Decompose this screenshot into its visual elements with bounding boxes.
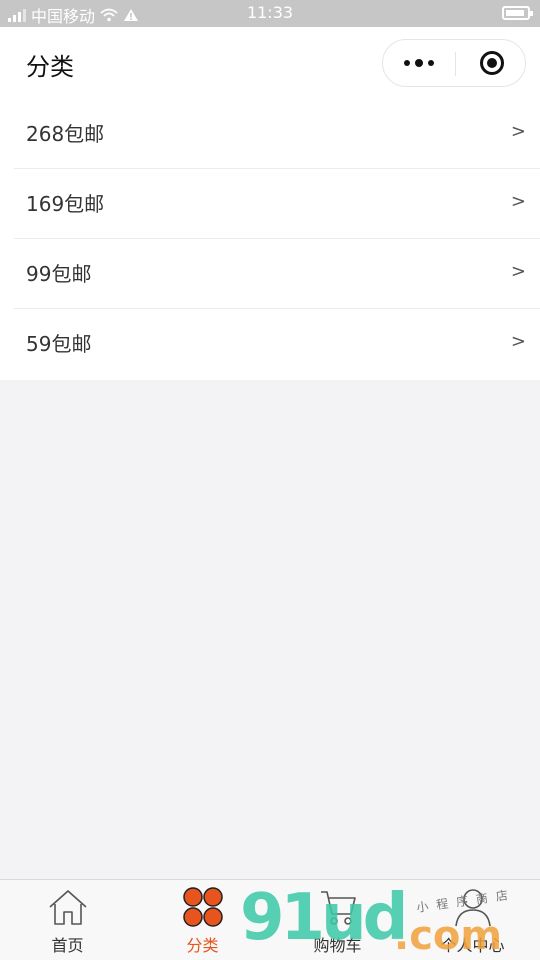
- nav-bar: 分类: [0, 27, 540, 99]
- tab-label: 首页: [51, 936, 84, 955]
- chevron-right-icon: >: [510, 331, 526, 352]
- more-menu-button[interactable]: [383, 40, 455, 86]
- category-item-59[interactable]: 59包邮 >: [14, 309, 540, 379]
- category-label: 99包邮: [26, 262, 92, 286]
- category-list: 268包邮 > 169包邮 > 99包邮 > 59包邮 >: [0, 99, 540, 380]
- status-bar: 中国移动 11:33: [0, 0, 540, 27]
- cart-icon: [321, 891, 356, 925]
- home-icon: [49, 890, 87, 925]
- miniprogram-capsule: [382, 39, 526, 87]
- tab-bar: 首页 分类 购物车 个人中心: [0, 879, 540, 960]
- battery-icon: [502, 6, 533, 20]
- tab-profile[interactable]: 个人中心: [405, 880, 540, 960]
- tab-cart[interactable]: 购物车: [270, 880, 405, 960]
- battery-fill: [506, 10, 524, 16]
- chevron-right-icon: >: [510, 121, 526, 142]
- category-item-268[interactable]: 268包邮 >: [14, 99, 540, 169]
- tab-label: 个人中心: [440, 936, 505, 955]
- category-label: 268包邮: [26, 122, 105, 146]
- tab-category[interactable]: 分类: [135, 880, 270, 960]
- category-icon: [183, 887, 223, 927]
- category-item-99[interactable]: 99包邮 >: [14, 239, 540, 309]
- more-dots-icon: [404, 60, 410, 66]
- page-title: 分类: [26, 53, 74, 81]
- tab-label: 购物车: [313, 936, 362, 955]
- chevron-right-icon: >: [510, 191, 526, 212]
- close-miniprogram-button[interactable]: [480, 51, 504, 75]
- tab-label: 分类: [186, 936, 219, 955]
- category-label: 59包邮: [26, 332, 92, 356]
- status-time: 11:33: [246, 3, 294, 22]
- tab-home[interactable]: 首页: [0, 880, 135, 960]
- chevron-right-icon: >: [510, 261, 526, 282]
- category-item-169[interactable]: 169包邮 >: [14, 169, 540, 239]
- capsule-divider: [455, 52, 456, 76]
- user-icon: [455, 889, 491, 927]
- category-label: 169包邮: [26, 192, 105, 216]
